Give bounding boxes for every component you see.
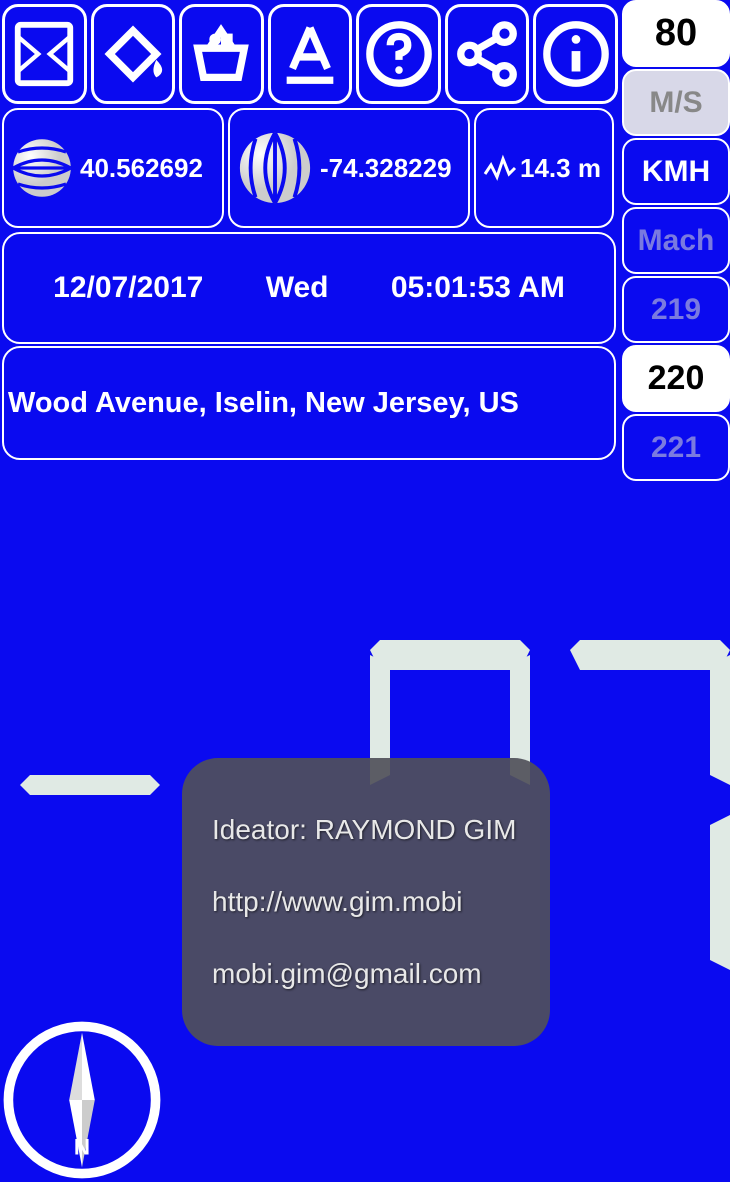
map-button[interactable] (2, 4, 87, 104)
address-value: Wood Avenue, Iselin, New Jersey, US (8, 387, 519, 420)
speed-limit-value[interactable]: 80 (622, 0, 730, 67)
basket-icon (186, 19, 256, 89)
latitude-value: 40.562692 (80, 153, 203, 184)
globe-lat-icon (10, 136, 74, 200)
longitude-box[interactable]: -74.328229 (228, 108, 470, 228)
toast-ideator: Ideator: RAYMOND GIM (212, 814, 520, 846)
time-value: 05:01:53 AM (391, 271, 565, 305)
text-style-icon (275, 19, 345, 89)
compass-label: N (74, 1134, 90, 1159)
wheel-down[interactable]: 221 (622, 414, 730, 481)
info-button[interactable] (533, 4, 618, 104)
help-button[interactable] (356, 4, 441, 104)
altitude-icon (482, 150, 518, 186)
toolbar (0, 0, 620, 106)
datetime-box[interactable]: 12/07/2017 Wed 05:01:53 AM (2, 232, 616, 344)
unit-mach[interactable]: Mach (622, 207, 730, 274)
map-icon (9, 19, 79, 89)
share-icon (452, 19, 522, 89)
wheel-selected[interactable]: 220 (622, 345, 730, 412)
coordinates-row: 40.562692 -74.328229 14.3 m (0, 106, 620, 230)
longitude-value: -74.328229 (320, 153, 452, 184)
help-icon (364, 19, 434, 89)
info-toast: Ideator: RAYMOND GIM http://www.gim.mobi… (182, 758, 550, 1046)
paint-button[interactable] (91, 4, 176, 104)
right-column: 80 M/S KMH Mach 219 220 221 (622, 0, 730, 483)
latitude-box[interactable]: 40.562692 (2, 108, 224, 228)
paint-bucket-icon (98, 19, 168, 89)
altitude-value: 14.3 m (520, 153, 601, 184)
wheel-up[interactable]: 219 (622, 276, 730, 343)
text-button[interactable] (268, 4, 353, 104)
main-left: 40.562692 -74.328229 14.3 m 12/07/2017 W… (0, 0, 620, 460)
globe-lon-icon (236, 129, 314, 207)
date-value: 12/07/2017 (53, 271, 203, 305)
unit-kmh[interactable]: KMH (622, 138, 730, 205)
address-box[interactable]: Wood Avenue, Iselin, New Jersey, US (2, 346, 616, 460)
toast-email: mobi.gim@gmail.com (212, 958, 520, 990)
unit-ms[interactable]: M/S (622, 69, 730, 136)
compass-icon[interactable]: N (2, 1020, 162, 1180)
info-icon (541, 19, 611, 89)
share-button[interactable] (445, 4, 530, 104)
basket-button[interactable] (179, 4, 264, 104)
day-value: Wed (266, 271, 329, 305)
altitude-box[interactable]: 14.3 m (474, 108, 614, 228)
toast-url: http://www.gim.mobi (212, 886, 520, 918)
